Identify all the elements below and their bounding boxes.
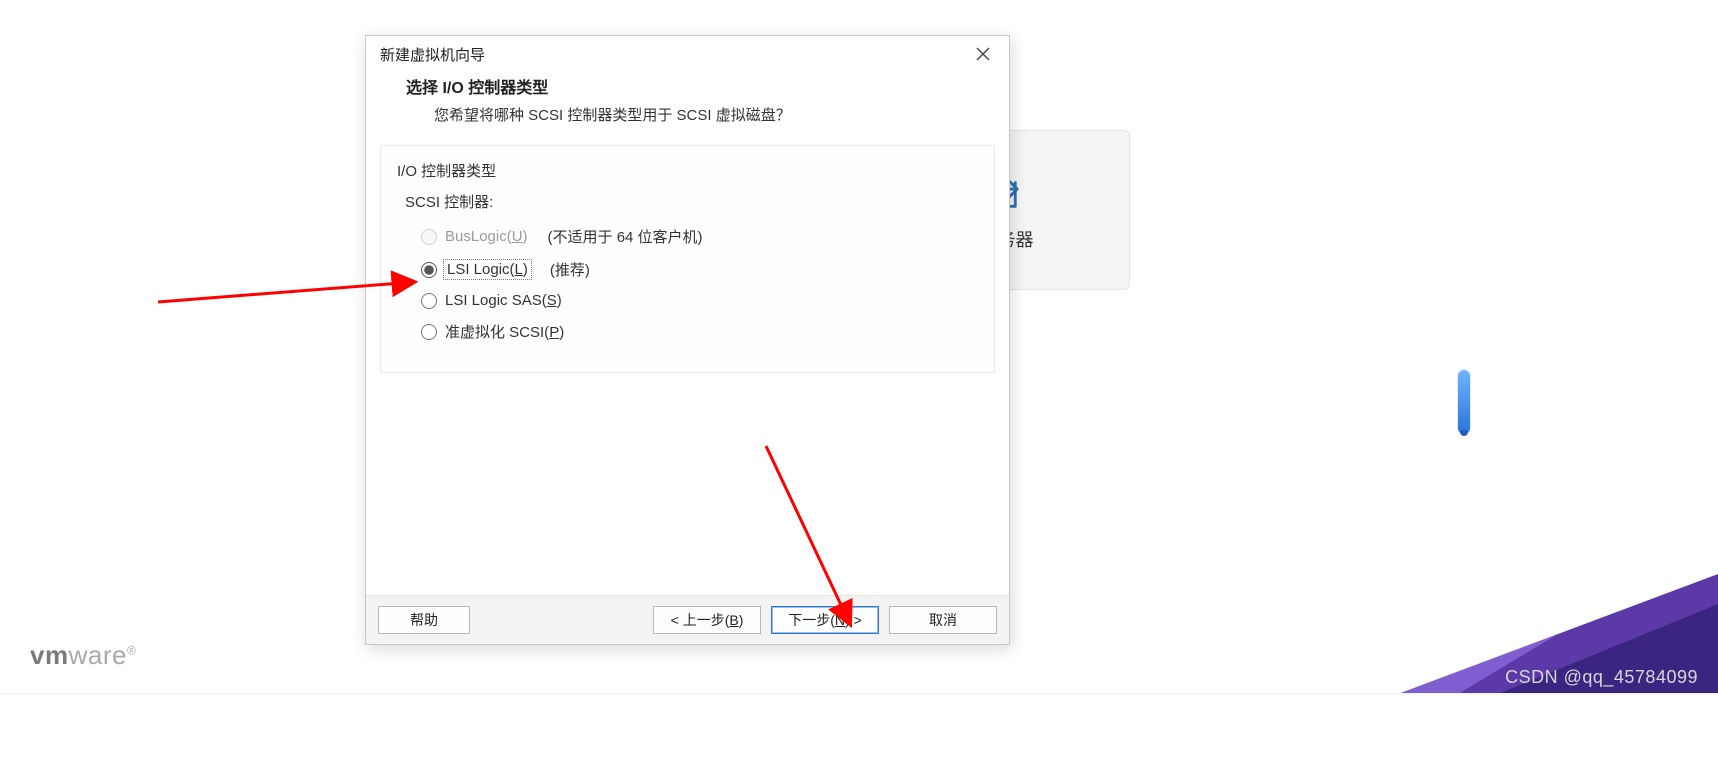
- back-button[interactable]: < 上一步(B): [653, 606, 761, 634]
- header-title: 选择 I/O 控制器类型: [406, 74, 969, 98]
- new-vm-wizard-dialog: 新建虚拟机向导 选择 I/O 控制器类型 您希望将哪种 SCSI 控制器类型用于…: [365, 35, 1010, 645]
- option-lsi-logic[interactable]: LSI Logic(L) (推荐): [421, 259, 978, 280]
- option-lsi-logic-note: (推荐): [550, 259, 590, 280]
- option-paravirtual-scsi[interactable]: 准虚拟化 SCSI(P): [421, 321, 978, 342]
- option-buslogic: BusLogic(U) (不适用于 64 位客户机): [421, 226, 978, 247]
- next-button[interactable]: 下一步(N) >: [771, 606, 879, 634]
- cancel-button[interactable]: 取消: [889, 606, 997, 634]
- watermark-text: CSDN @qq_45784099: [1505, 667, 1698, 688]
- scsi-controller-label: SCSI 控制器:: [405, 191, 978, 212]
- header-subtitle: 您希望将哪种 SCSI 控制器类型用于 SCSI 虚拟磁盘？: [434, 104, 969, 125]
- vmware-logo: vmware®: [30, 640, 136, 671]
- io-controller-groupbox: I/O 控制器类型 SCSI 控制器: BusLogic(U) (不适用于 64…: [380, 145, 995, 373]
- option-paravirtual-scsi-label: 准虚拟化 SCSI(P): [445, 321, 564, 342]
- radio-paravirtual-scsi[interactable]: [421, 324, 437, 340]
- option-lsi-logic-sas[interactable]: LSI Logic SAS(S): [421, 292, 978, 309]
- scrollbar-thumb[interactable]: [1458, 370, 1470, 434]
- close-icon: [976, 47, 990, 61]
- close-button[interactable]: [963, 39, 1003, 69]
- option-lsi-logic-sas-label: LSI Logic SAS(S): [445, 292, 562, 309]
- dialog-title: 新建虚拟机向导: [380, 44, 485, 65]
- radio-lsi-logic[interactable]: [421, 262, 437, 278]
- bottom-strip: [0, 693, 1718, 696]
- dialog-titlebar: 新建虚拟机向导: [366, 36, 1009, 72]
- dialog-buttonbar: 帮助 < 上一步(B) 下一步(N) > 取消: [366, 595, 1009, 644]
- option-buslogic-note: (不适用于 64 位客户机): [548, 226, 703, 247]
- group-title: I/O 控制器类型: [397, 160, 978, 181]
- radio-buslogic: [421, 229, 437, 245]
- option-lsi-logic-label: LSI Logic(L): [445, 261, 530, 278]
- radio-lsi-logic-sas[interactable]: [421, 293, 437, 309]
- help-button[interactable]: 帮助: [378, 606, 470, 634]
- option-buslogic-label: BusLogic(U): [445, 228, 528, 245]
- dialog-header: 选择 I/O 控制器类型 您希望将哪种 SCSI 控制器类型用于 SCSI 虚拟…: [366, 74, 1009, 145]
